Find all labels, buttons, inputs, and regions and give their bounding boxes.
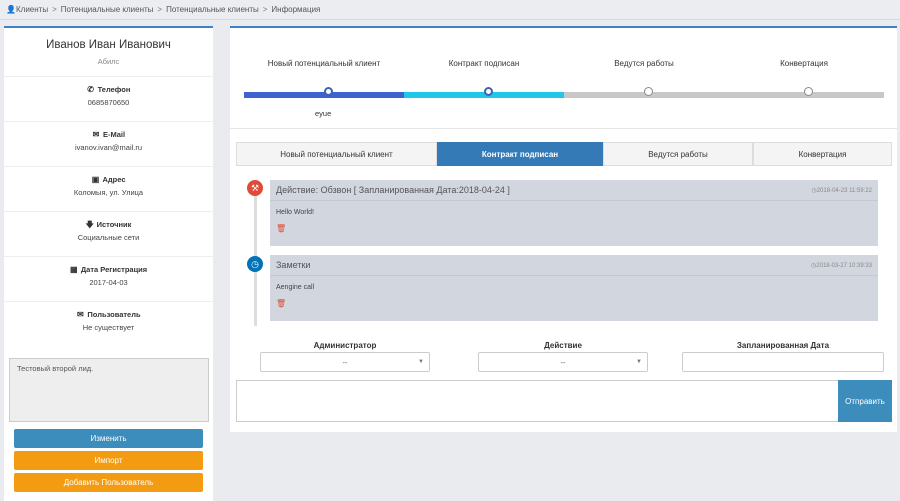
timeline-item-body: Aengine call bbox=[276, 284, 315, 291]
tab-new[interactable]: Новый потенциальный клиент bbox=[236, 142, 437, 166]
breadcrumb: 👤 Клиенты > Потенциальные клиенты > Поте… bbox=[0, 0, 900, 20]
client-company: Абилс bbox=[97, 57, 120, 66]
source-value: Социальные сети bbox=[77, 233, 140, 242]
timeline-item: Действие: Обзвон [ Запланированная Дата:… bbox=[270, 180, 878, 246]
date-label: Запланированная Дата bbox=[736, 341, 830, 350]
breadcrumb-leads[interactable]: Потенциальные клиенты bbox=[61, 5, 154, 14]
step-dot-work[interactable] bbox=[644, 87, 653, 96]
user-value: Не существует bbox=[82, 323, 135, 332]
date-input[interactable] bbox=[682, 352, 884, 372]
email-label: E-Mail bbox=[102, 130, 126, 139]
step-dot-new[interactable] bbox=[324, 87, 333, 96]
chevron-down-icon: ▼ bbox=[636, 359, 642, 365]
admin-label: Администратор bbox=[313, 341, 377, 350]
timeline-item: Заметки ◷2018-03-27 10:39:33 Aengine cal… bbox=[270, 255, 878, 321]
action-label: Действие bbox=[544, 341, 582, 350]
phone-label: Телефон bbox=[97, 85, 131, 94]
breadcrumb-clients[interactable]: Клиенты bbox=[16, 5, 48, 14]
add-user-button[interactable]: Добавить Пользователь bbox=[14, 473, 203, 492]
step-label-convert: Конвертация bbox=[780, 59, 828, 68]
reg-label: Дата Регистрация bbox=[80, 265, 148, 274]
stage-tabs: Новый потенциальный клиент Контракт подп… bbox=[236, 142, 892, 166]
calendar-icon: ▦ bbox=[70, 264, 78, 274]
user-label: Пользователь bbox=[87, 310, 141, 319]
info-icon: ◷ bbox=[247, 256, 263, 272]
phone-icon: ✆ bbox=[87, 84, 94, 94]
phone-value: 0685870650 bbox=[87, 98, 130, 107]
breadcrumb-separator: > bbox=[52, 5, 57, 14]
divider bbox=[230, 128, 897, 129]
email-value: ivanov.ivan@mail.ru bbox=[74, 143, 143, 152]
send-button[interactable]: Отправить bbox=[838, 380, 892, 422]
trash-icon[interactable]: 🗑 bbox=[270, 224, 878, 233]
action-select[interactable]: -- ▼ bbox=[478, 352, 648, 372]
action-select-value: -- bbox=[560, 357, 566, 367]
wrench-icon: ⚒ bbox=[247, 180, 263, 196]
note-textarea[interactable]: Тестовый второй лид. bbox=[9, 358, 209, 422]
phone-section: ✆ Телефон 0685870650 bbox=[4, 76, 213, 121]
step-dot-convert[interactable] bbox=[804, 87, 813, 96]
timeline-item-time: 2018-04-23 11:59:22 bbox=[816, 187, 872, 194]
import-button[interactable]: Импорт bbox=[14, 451, 203, 470]
address-label: Адрес bbox=[102, 175, 126, 184]
envelope-icon: ✉ bbox=[77, 309, 84, 319]
tab-work[interactable]: Ведутся работы bbox=[603, 142, 753, 166]
email-section: ✉ E-Mail ivanov.ivan@mail.ru bbox=[4, 121, 213, 166]
step-label-contract: Контракт подписан bbox=[448, 59, 520, 68]
breadcrumb-leads-2[interactable]: Потенциальные клиенты bbox=[166, 5, 259, 14]
timeline-item-title: Заметки bbox=[276, 260, 311, 270]
breadcrumb-current: Информация bbox=[271, 5, 321, 14]
admin-select-value: -- bbox=[342, 357, 348, 367]
envelope-icon: ✉ bbox=[92, 129, 100, 139]
reg-value: 2017-04-03 bbox=[89, 278, 128, 287]
comment-input[interactable] bbox=[236, 380, 839, 422]
step-dot-contract[interactable] bbox=[484, 87, 493, 96]
edit-button[interactable]: Изменить bbox=[14, 429, 203, 448]
breadcrumb-separator: > bbox=[262, 5, 268, 14]
admin-select[interactable]: -- ▼ bbox=[260, 352, 430, 372]
registration-section: ▦ Дата Регистрация 2017-04-03 bbox=[4, 256, 213, 301]
trash-icon[interactable]: 🗑 bbox=[270, 299, 878, 308]
step-sublabel: eyue bbox=[315, 109, 332, 118]
profile-panel: Иванов Иван Иванович Абилс ✆ Телефон 0685… bbox=[4, 26, 213, 501]
timeline-item-body: Hello World! bbox=[276, 209, 314, 216]
main-panel: Новый потенциальный клиент Контракт подп… bbox=[230, 26, 897, 432]
source-label: Источник bbox=[96, 220, 132, 229]
user-section: ✉ Пользователь Не существует bbox=[4, 301, 213, 349]
step-label-new: Новый потенциальный клиент bbox=[267, 59, 381, 68]
chevron-down-icon: ▼ bbox=[418, 359, 424, 365]
step-label-work: Ведутся работы bbox=[614, 59, 674, 68]
source-section: 🡇 Источник Социальные сети bbox=[4, 211, 213, 256]
tab-contract[interactable]: Контракт подписан bbox=[437, 142, 603, 166]
timeline-item-title: Действие: Обзвон [ Запланированная Дата:… bbox=[276, 185, 510, 195]
breadcrumb-separator: > bbox=[157, 5, 163, 14]
client-name: Иванов Иван Иванович bbox=[46, 39, 171, 51]
address-card-icon: ▣ bbox=[91, 174, 100, 184]
tab-convert[interactable]: Конвертация bbox=[753, 142, 892, 166]
address-value: Коломыя, ул. Улица bbox=[73, 188, 144, 197]
address-section: ▣ Адрес Коломыя, ул. Улица bbox=[4, 166, 213, 211]
user-icon: 👤 bbox=[6, 4, 16, 14]
timeline-item-time: 2018-03-27 10:39:33 bbox=[816, 262, 872, 269]
arrow-down-icon: 🡇 bbox=[85, 219, 94, 229]
